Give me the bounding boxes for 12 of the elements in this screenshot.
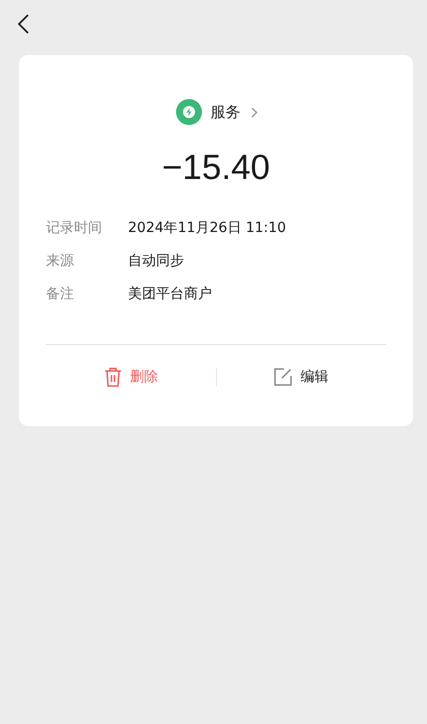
- field-value: 2024年11月26日 11:10: [128, 219, 286, 238]
- field-label: 来源: [46, 252, 75, 271]
- category-link[interactable]: 服务: [210, 102, 240, 122]
- field-value: 美团平台商户: [128, 285, 212, 304]
- amount-text: −15.40: [160, 148, 272, 188]
- trash-icon: [104, 367, 122, 387]
- field-value: 自动同步: [128, 252, 184, 271]
- field-label: 备注: [46, 285, 75, 304]
- edit-icon: [274, 368, 292, 386]
- edit-button[interactable]: 编辑: [216, 367, 386, 387]
- field-label: 记录时间: [46, 219, 103, 238]
- chevron-icon: [250, 106, 258, 118]
